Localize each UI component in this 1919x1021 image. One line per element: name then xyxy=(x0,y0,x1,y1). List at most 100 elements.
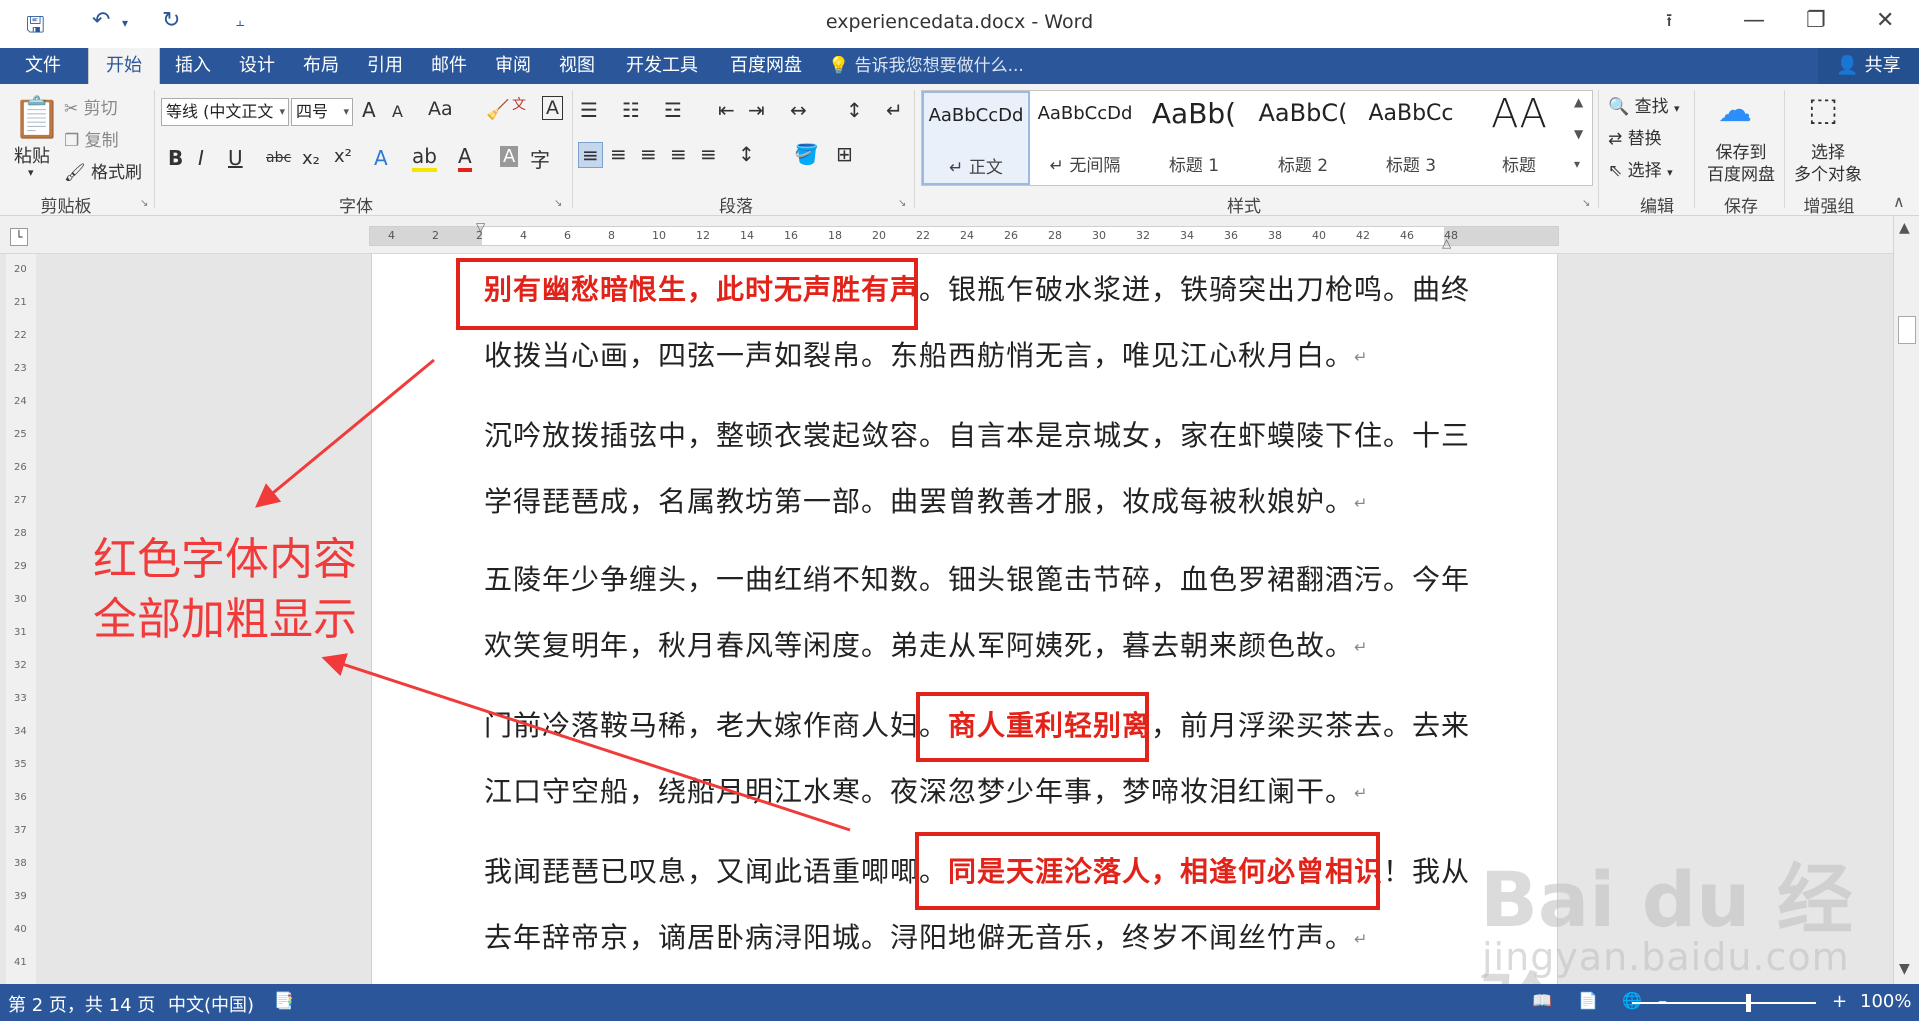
zoom-slider[interactable] xyxy=(1632,1002,1816,1004)
read-mode-icon[interactable]: 📖 xyxy=(1532,991,1552,1010)
bold-button[interactable]: B xyxy=(168,146,183,170)
save-to-baidu-button[interactable]: 保存到 百度网盘 xyxy=(1702,142,1780,186)
character-border-icon[interactable]: A xyxy=(542,96,563,120)
style-heading-3[interactable]: AaBbCc 标题 3 xyxy=(1358,91,1464,185)
paragraph-line[interactable]: 五陵年少争缠头，一曲红绡不知数。钿头银篦击节碎，血色罗裙翻酒污。今年 xyxy=(484,558,1470,598)
horizontal-ruler[interactable]: 4 2 2 4 6 8 10 12 14 16 18 20 22 24 26 28 30 32 34 36 38 40 42… xyxy=(369,226,1559,246)
shading-icon[interactable]: 🪣 xyxy=(794,142,819,166)
language-indicator[interactable]: 中文(中国) xyxy=(168,991,254,1017)
zoom-level[interactable]: 100% xyxy=(1860,991,1911,1012)
tab-baidu-netdisk[interactable]: 百度网盘 xyxy=(716,48,816,84)
paragraph-line[interactable]: 收拨当心画，四弦一声如裂帛。东船西舫悄无言，唯见江心秋月白。↵ xyxy=(484,334,1368,374)
close-icon[interactable]: ✕ xyxy=(1876,8,1894,33)
style-title[interactable]: AA 标题 xyxy=(1466,91,1572,185)
gallery-more-icon[interactable]: ▾ xyxy=(1574,157,1580,171)
tab-developer[interactable]: 开发工具 xyxy=(612,48,712,84)
select-objects-icon[interactable]: ⬚ xyxy=(1808,90,1838,128)
minimize-icon[interactable]: — xyxy=(1743,8,1765,33)
style-normal[interactable]: AaBbCcDd ↵ 正文 xyxy=(922,91,1030,185)
clipboard-launcher-icon[interactable]: ↘ xyxy=(140,198,148,209)
grow-font-button[interactable]: A xyxy=(362,98,376,122)
tab-mailings[interactable]: 邮件 xyxy=(418,48,480,84)
share-button[interactable]: 👤 共享 xyxy=(1818,48,1919,84)
style-heading-1[interactable]: AaBb( 标题 1 xyxy=(1140,91,1248,185)
change-case-button[interactable]: Aa xyxy=(428,98,453,120)
font-size-combo[interactable]: 四号 ▾ xyxy=(291,98,353,126)
format-painter-button[interactable]: 🖌 格式刷 xyxy=(64,158,142,183)
tab-selector-icon[interactable]: └ xyxy=(10,228,28,246)
chinese-layout-icon[interactable]: ↔ xyxy=(790,98,807,122)
vertical-ruler[interactable]: 20 21 22 23 24 25 26 27 28 29 30 31 32 33 34 35 36 37 38 39… xyxy=(6,254,36,984)
tab-design[interactable]: 设计 xyxy=(226,48,288,84)
line-spacing-icon[interactable]: ↕ xyxy=(738,142,755,166)
page-count[interactable]: 第 2 页，共 14 页 xyxy=(8,991,155,1017)
vertical-scrollbar[interactable]: ▲ ▼ xyxy=(1893,216,1919,984)
select-multiple-objects-button[interactable]: 选择 多个对象 xyxy=(1788,142,1868,186)
font-launcher-icon[interactable]: ↘ xyxy=(554,198,562,209)
first-line-indent-icon[interactable]: ▽ xyxy=(476,220,485,234)
strikethrough-button[interactable]: abc xyxy=(266,150,291,166)
gallery-up-icon[interactable]: ▲ xyxy=(1574,95,1583,109)
paste-button[interactable]: 粘贴 xyxy=(14,142,50,168)
align-left-button[interactable]: ≡ xyxy=(578,142,603,168)
increase-indent-icon[interactable]: ⇥ xyxy=(748,98,765,122)
tab-review[interactable]: 审阅 xyxy=(482,48,544,84)
highlight-icon[interactable]: ab xyxy=(412,144,437,172)
paste-icon[interactable]: 📋 xyxy=(12,94,62,141)
align-center-button[interactable]: ≡ xyxy=(610,142,627,166)
scroll-down-icon[interactable]: ▼ xyxy=(1899,961,1910,977)
tab-view[interactable]: 视图 xyxy=(546,48,608,84)
character-shading-icon[interactable]: A xyxy=(500,146,519,167)
tab-layout[interactable]: 布局 xyxy=(290,48,352,84)
subscript-button[interactable]: x₂ xyxy=(302,148,320,169)
text-effects-icon[interactable]: A xyxy=(374,146,388,170)
shrink-font-button[interactable]: A xyxy=(392,102,403,121)
restore-icon[interactable]: ❐ xyxy=(1806,8,1826,33)
paste-dropdown-icon[interactable]: ▾ xyxy=(28,166,34,179)
font-name-combo[interactable]: 等线 (中文正文 ▾ xyxy=(161,98,289,126)
sort-icon[interactable]: ↕ xyxy=(846,98,863,122)
tab-home[interactable]: 开始 xyxy=(88,48,160,84)
copy-button[interactable]: ❐ 复制 xyxy=(64,126,119,151)
numbering-icon[interactable]: ☷ xyxy=(622,98,640,122)
borders-icon[interactable]: ⊞ xyxy=(836,142,853,166)
superscript-button[interactable]: x² xyxy=(334,146,352,167)
cut-button[interactable]: ✂ 剪切 xyxy=(64,94,118,119)
scroll-up-icon[interactable]: ▲ xyxy=(1899,220,1910,236)
distributed-button[interactable]: ≡ xyxy=(700,142,717,166)
paragraph-line[interactable]: 学得琵琶成，名属教坊第一部。曲罢曾教善才服，妆成每被秋娘妒。↵ xyxy=(484,480,1368,520)
font-color-icon[interactable]: A xyxy=(458,144,472,172)
paragraph-line[interactable]: 江口守空船，绕船月明江水寒。夜深忽梦少年事，梦啼妆泪红阑干。↵ xyxy=(484,770,1368,810)
tab-references[interactable]: 引用 xyxy=(354,48,416,84)
paragraph-line[interactable]: 沉吟放拨插弦中，整顿衣裳起敛容。自言本是京城女，家在虾蟆陵下住。十三 xyxy=(484,414,1470,454)
styles-launcher-icon[interactable]: ↘ xyxy=(1582,198,1590,209)
zoom-slider-thumb[interactable] xyxy=(1745,994,1751,1012)
tab-insert[interactable]: 插入 xyxy=(162,48,224,84)
tell-me-box[interactable]: 💡 告诉我您想要做什么... xyxy=(828,48,1024,84)
italic-button[interactable]: I xyxy=(198,146,204,170)
baidu-cloud-icon[interactable]: ☁ xyxy=(1718,90,1752,130)
replace-button[interactable]: ⇄ 替换 xyxy=(1608,124,1662,149)
select-button[interactable]: ⇖ 选择 ▾ xyxy=(1608,156,1673,181)
align-right-button[interactable]: ≡ xyxy=(640,142,657,166)
tab-file[interactable]: 文件 xyxy=(0,48,86,84)
web-layout-icon[interactable]: 🌐 xyxy=(1622,991,1642,1010)
paragraph-launcher-icon[interactable]: ↘ xyxy=(898,198,906,209)
macro-record-icon[interactable]: 📑 xyxy=(274,991,294,1010)
paragraph-line[interactable]: 去年辞帝京，谪居卧病浔阳城。浔阳地僻无音乐，终岁不闻丝竹声。↵ xyxy=(484,916,1368,956)
decrease-indent-icon[interactable]: ⇤ xyxy=(718,98,735,122)
style-no-spacing[interactable]: AaBbCcDd ↵ 无间隔 xyxy=(1032,91,1138,185)
zoom-in-icon[interactable]: + xyxy=(1832,991,1847,1012)
underline-button[interactable]: U xyxy=(228,146,243,170)
style-heading-2[interactable]: AaBbC( 标题 2 xyxy=(1250,91,1356,185)
collapse-ribbon-icon[interactable]: ∧ xyxy=(1893,192,1905,211)
enclose-characters-icon[interactable]: 字 xyxy=(530,144,550,173)
scroll-thumb[interactable] xyxy=(1898,316,1916,344)
styles-gallery[interactable]: AaBbCcDd ↵ 正文 AaBbCcDd ↵ 无间隔 AaBb( 标题 1 … xyxy=(921,90,1593,186)
multilevel-list-icon[interactable]: ☲ xyxy=(664,98,682,122)
paragraph-line[interactable]: 欢笑复明年，秋月春风等闲度。弟走从军阿姨死，暮去朝来颜色故。↵ xyxy=(484,624,1368,664)
clear-format-icon[interactable]: 🧹 xyxy=(486,98,510,121)
find-button[interactable]: 🔍 查找 ▾ xyxy=(1608,92,1680,117)
phonetic-guide-icon[interactable]: 文 xyxy=(512,94,526,114)
gallery-down-icon[interactable]: ▼ xyxy=(1574,127,1583,141)
